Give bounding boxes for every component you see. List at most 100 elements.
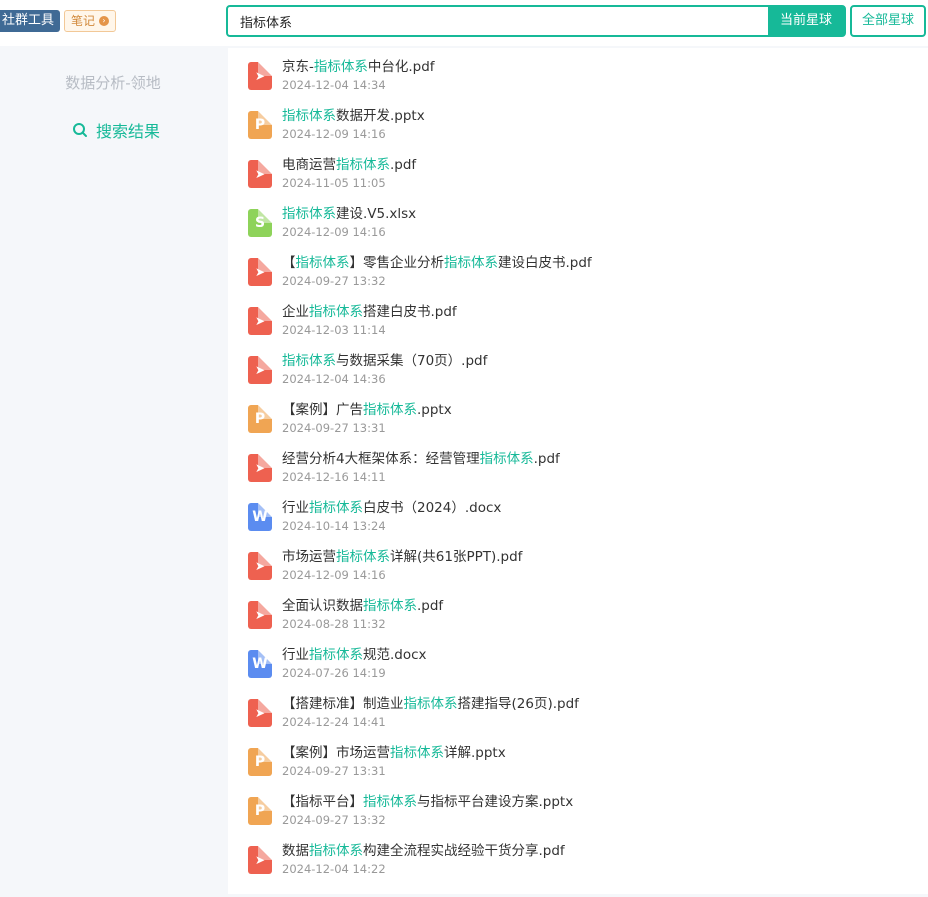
highlight-keyword: 指标体系 [363, 794, 417, 810]
highlight-keyword: 指标体系 [444, 255, 498, 271]
list-item[interactable]: ➤ 【指标体系】零售企业分析指标体系建设白皮书.pdf 2024-09-27 13:… [248, 254, 908, 294]
file-name[interactable]: 【搭建标准】制造业指标体系搭建指导(26页).pdf [282, 695, 579, 713]
file-date: 2024-12-09 14:16 [282, 127, 386, 141]
file-name-text: 经营分析4大框架体系：经营管理 [282, 451, 480, 467]
pdf-file-icon: ➤ [248, 62, 272, 90]
file-name[interactable]: 【指标体系】零售企业分析指标体系建设白皮书.pdf [282, 254, 592, 272]
file-name-text: 【案例】市场运营 [282, 745, 390, 761]
highlight-keyword: 指标体系 [309, 304, 363, 320]
file-date: 2024-12-03 11:14 [282, 323, 386, 337]
file-name-text: 详解(共61张PPT).pdf [390, 549, 523, 565]
list-item[interactable]: ➤ 市场运营指标体系详解(共61张PPT).pdf 2024-12-09 14:16 [248, 548, 908, 588]
highlight-keyword: 指标体系 [336, 157, 390, 173]
file-name-text: 全面认识数据 [282, 598, 363, 614]
file-date: 2024-09-27 13:31 [282, 421, 386, 435]
file-date: 2024-08-28 11:32 [282, 617, 386, 631]
file-name[interactable]: 指标体系与数据采集（70页）.pdf [282, 352, 487, 370]
file-name-text: 京东- [282, 59, 314, 75]
file-name[interactable]: 数据指标体系构建全流程实战经验干货分享.pdf [282, 842, 565, 860]
list-item[interactable]: ➤ 数据指标体系构建全流程实战经验干货分享.pdf 2024-12-04 14:22 [248, 842, 908, 882]
file-date: 2024-12-04 14:22 [282, 862, 386, 876]
search-current-planet-button[interactable]: 当前星球 [768, 7, 844, 35]
file-name-text: 建设.V5.xlsx [336, 206, 417, 222]
file-date: 2024-09-27 13:32 [282, 813, 386, 827]
file-meta: 【案例】广告指标体系.pptx 2024-09-27 13:31 [282, 401, 452, 436]
word-file-icon: W [248, 650, 272, 678]
list-item[interactable]: W 行业指标体系白皮书（2024）.docx 2024-10-14 13:24 [248, 499, 908, 539]
file-name-text: .pdf [417, 598, 444, 614]
highlight-keyword: 指标体系 [309, 647, 363, 663]
file-date: 2024-12-24 14:41 [282, 715, 386, 729]
list-item[interactable]: P 指标体系数据开发.pptx 2024-12-09 14:16 [248, 107, 908, 147]
file-name[interactable]: 企业指标体系搭建白皮书.pdf [282, 303, 457, 321]
search-all-planets-button[interactable]: 全部星球 [850, 5, 926, 37]
pdf-file-icon: ➤ [248, 601, 272, 629]
file-name[interactable]: 【案例】市场运营指标体系详解.pptx [282, 744, 506, 762]
highlight-keyword: 指标体系 [390, 745, 444, 761]
pdf-file-icon: ➤ [248, 454, 272, 482]
file-name[interactable]: 电商运营指标体系.pdf [282, 156, 416, 174]
file-name-text: 企业 [282, 304, 309, 320]
file-name[interactable]: 全面认识数据指标体系.pdf [282, 597, 443, 615]
file-name[interactable]: 经营分析4大框架体系：经营管理指标体系.pdf [282, 450, 560, 468]
file-name[interactable]: 市场运营指标体系详解(共61张PPT).pdf [282, 548, 522, 566]
file-meta: 行业指标体系白皮书（2024）.docx 2024-10-14 13:24 [282, 499, 501, 534]
file-name-text: 详解.pptx [444, 745, 506, 761]
file-name[interactable]: 指标体系数据开发.pptx [282, 107, 425, 125]
file-name-text: 数据开发.pptx [336, 108, 425, 124]
pdf-file-icon: ➤ [248, 552, 272, 580]
notes-button[interactable]: 笔记 › [64, 10, 117, 32]
file-date: 2024-12-04 14:36 [282, 372, 386, 386]
list-item[interactable]: ➤ 企业指标体系搭建白皮书.pdf 2024-12-03 11:14 [248, 303, 908, 343]
group-name[interactable]: 数据分析-领地 [0, 72, 226, 93]
file-date: 2024-11-05 11:05 [282, 176, 386, 190]
list-item[interactable]: ➤ 指标体系与数据采集（70页）.pdf 2024-12-04 14:36 [248, 352, 908, 392]
highlight-keyword: 指标体系 [479, 451, 534, 467]
file-meta: 行业指标体系规范.docx 2024-07-26 14:19 [282, 646, 427, 681]
list-item[interactable]: P 【案例】市场运营指标体系详解.pptx 2024-09-27 13:31 [248, 744, 908, 784]
community-tools-button[interactable]: 社群工具 [0, 10, 61, 32]
file-meta: 【指标体系】零售企业分析指标体系建设白皮书.pdf 2024-09-27 13:3… [282, 254, 592, 289]
pdf-file-icon: ➤ [248, 307, 272, 335]
file-meta: 指标体系数据开发.pptx 2024-12-09 14:16 [282, 107, 425, 142]
file-name-text: 搭建白皮书.pdf [363, 304, 457, 320]
list-item[interactable]: ➤ 【搭建标准】制造业指标体系搭建指导(26页).pdf 2024-12-24 14… [248, 695, 908, 735]
file-date: 2024-12-16 14:11 [282, 470, 386, 484]
file-meta: 企业指标体系搭建白皮书.pdf 2024-12-03 11:14 [282, 303, 457, 338]
file-name-text: 与指标平台建设方案.pptx [417, 794, 574, 810]
file-name-text: 【案例】广告 [282, 402, 363, 418]
list-item[interactable]: ➤ 京东-指标体系中台化.pdf 2024-12-04 14:34 [248, 58, 908, 98]
list-item[interactable]: P 【指标平台】指标体系与指标平台建设方案.pptx 2024-09-27 13:3… [248, 793, 908, 833]
ppt-file-icon: P [248, 111, 272, 139]
file-name-text: 【指标平台】 [282, 794, 363, 810]
search-box: 当前星球 [226, 5, 846, 37]
file-name-text: 中台化.pdf [367, 59, 435, 75]
list-item[interactable]: P 【案例】广告指标体系.pptx 2024-09-27 13:31 [248, 401, 908, 441]
search-input[interactable] [228, 7, 768, 35]
highlight-keyword: 指标体系 [282, 353, 336, 369]
file-name-text: 】零售企业分析 [349, 255, 445, 271]
list-item[interactable]: ➤ 电商运营指标体系.pdf 2024-11-05 11:05 [248, 156, 908, 196]
file-name-text: .pdf [533, 451, 560, 467]
file-meta: 【搭建标准】制造业指标体系搭建指导(26页).pdf 2024-12-24 14:… [282, 695, 579, 730]
file-name-text: 行业 [282, 647, 309, 663]
highlight-keyword: 指标体系 [282, 108, 336, 124]
word-file-icon: W [248, 503, 272, 531]
file-name[interactable]: 指标体系建设.V5.xlsx [282, 205, 416, 223]
list-item[interactable]: ➤ 全面认识数据指标体系.pdf 2024-08-28 11:32 [248, 597, 908, 637]
pdf-file-icon: ➤ [248, 699, 272, 727]
sidebar-item-search-results[interactable]: 搜索结果 [72, 118, 160, 142]
file-meta: 【案例】市场运营指标体系详解.pptx 2024-09-27 13:31 [282, 744, 506, 779]
file-name[interactable]: 行业指标体系白皮书（2024）.docx [282, 499, 501, 517]
list-item[interactable]: W 行业指标体系规范.docx 2024-07-26 14:19 [248, 646, 908, 686]
file-name[interactable]: 【案例】广告指标体系.pptx [282, 401, 452, 419]
file-name-text: .pdf [390, 157, 417, 173]
file-name[interactable]: 行业指标体系规范.docx [282, 646, 427, 664]
list-item[interactable]: ➤ 经营分析4大框架体系：经营管理指标体系.pdf 2024-12-16 14:11 [248, 450, 908, 490]
file-name[interactable]: 【指标平台】指标体系与指标平台建设方案.pptx [282, 793, 573, 811]
list-item[interactable]: S 指标体系建设.V5.xlsx 2024-12-09 14:16 [248, 205, 908, 245]
ppt-file-icon: P [248, 405, 272, 433]
excel-file-icon: S [248, 209, 272, 237]
chevron-right-icon: › [99, 16, 110, 26]
file-name[interactable]: 京东-指标体系中台化.pdf [282, 58, 435, 76]
